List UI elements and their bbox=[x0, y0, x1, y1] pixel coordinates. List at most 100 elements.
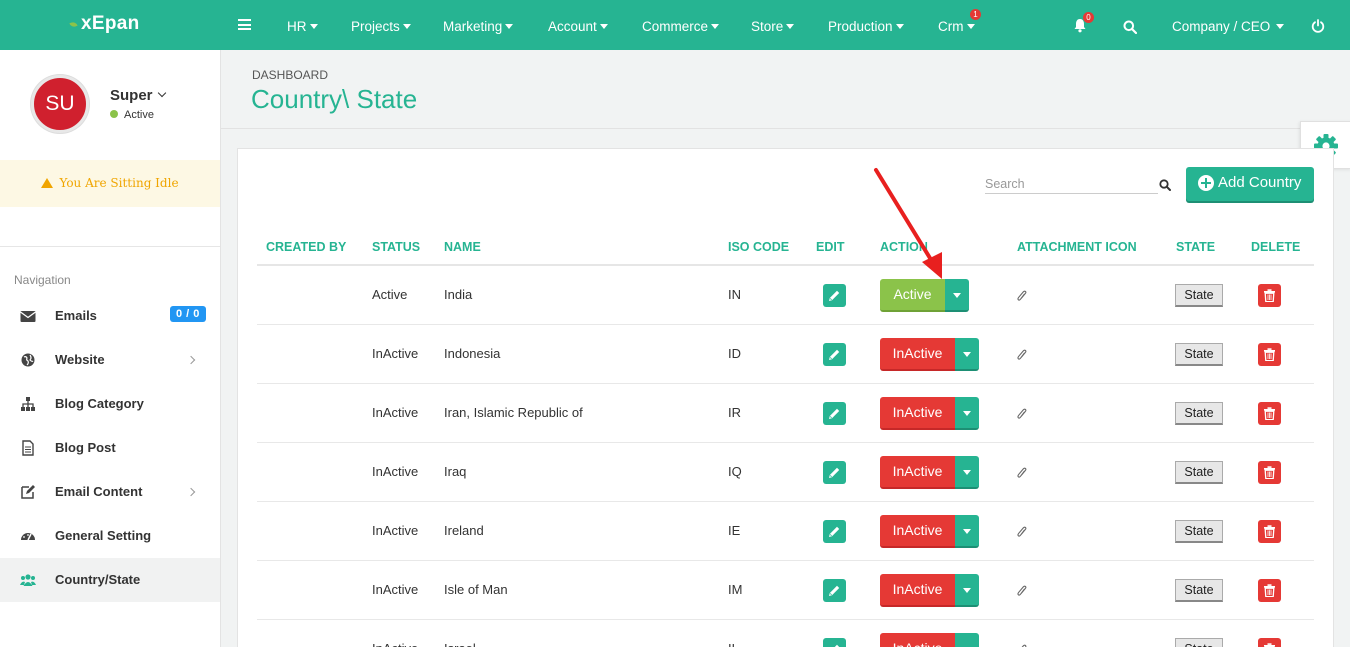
status-toggle-button[interactable]: InActive bbox=[880, 574, 955, 607]
state-button[interactable]: State bbox=[1175, 579, 1223, 602]
menu-label: Projects bbox=[351, 19, 400, 34]
edit-icon bbox=[21, 485, 35, 499]
edit-button[interactable] bbox=[823, 461, 846, 484]
chevron-down-icon bbox=[157, 88, 166, 98]
caret-down-icon bbox=[963, 411, 971, 416]
status-toggle-button[interactable]: InActive bbox=[880, 515, 955, 548]
breadcrumb[interactable]: DASHBOARD bbox=[252, 68, 328, 82]
state-button[interactable]: State bbox=[1175, 520, 1223, 543]
menu-account[interactable]: Account bbox=[548, 19, 608, 34]
action-dropdown-button[interactable] bbox=[955, 633, 979, 647]
menu-projects[interactable]: Projects bbox=[351, 19, 411, 34]
cell-name: Iran, Islamic Republic of bbox=[444, 405, 583, 420]
sidebar-item-email-content[interactable]: Email Content bbox=[0, 470, 220, 514]
app-logo[interactable]: xEpan bbox=[69, 13, 140, 35]
menu-label: Commerce bbox=[642, 19, 709, 34]
delete-button[interactable] bbox=[1258, 461, 1281, 484]
search-icon[interactable] bbox=[1123, 20, 1137, 34]
menu-commerce[interactable]: Commerce bbox=[642, 19, 720, 34]
cell-iso-code: IN bbox=[728, 287, 741, 302]
user-status-label: Active bbox=[124, 109, 154, 121]
table-header-divider bbox=[257, 264, 1314, 266]
delete-button[interactable] bbox=[1258, 343, 1281, 366]
edit-button[interactable] bbox=[823, 402, 846, 425]
dashboard-icon bbox=[21, 533, 35, 541]
menu-label: Production bbox=[828, 19, 893, 34]
cell-iso-code: ID bbox=[728, 346, 741, 361]
user-name-dropdown[interactable]: Super bbox=[110, 87, 166, 104]
edit-button[interactable] bbox=[823, 579, 846, 602]
menu-hr[interactable]: HR bbox=[287, 19, 318, 34]
action-dropdown-button[interactable] bbox=[945, 279, 969, 312]
action-dropdown-button[interactable] bbox=[955, 338, 979, 371]
sidebar-item-website[interactable]: Website bbox=[0, 338, 220, 382]
action-dropdown-button[interactable] bbox=[955, 515, 979, 548]
menu-store[interactable]: Store bbox=[751, 19, 795, 34]
plus-circle-icon bbox=[1198, 175, 1214, 191]
paperclip-icon bbox=[1017, 526, 1027, 538]
search-input[interactable] bbox=[985, 177, 1145, 191]
crm-badge: 1 bbox=[970, 9, 981, 20]
status-toggle-button[interactable]: InActive bbox=[880, 633, 955, 647]
state-button[interactable]: State bbox=[1175, 638, 1223, 647]
caret-down-icon bbox=[402, 24, 411, 29]
menu-marketing[interactable]: Marketing bbox=[443, 19, 514, 34]
cell-iso-code: IM bbox=[728, 582, 743, 597]
action-dropdown-button[interactable] bbox=[955, 397, 979, 430]
state-button[interactable]: State bbox=[1175, 343, 1223, 366]
status-toggle-button[interactable]: InActive bbox=[880, 338, 955, 371]
edit-button[interactable] bbox=[823, 343, 846, 366]
caret-down-icon bbox=[895, 24, 904, 29]
power-icon[interactable] bbox=[1311, 19, 1325, 33]
paperclip-icon bbox=[1017, 349, 1027, 361]
search-icon[interactable] bbox=[1159, 179, 1171, 191]
status-toggle-button[interactable]: InActive bbox=[880, 397, 955, 430]
action-dropdown-button[interactable] bbox=[955, 574, 979, 607]
state-button[interactable]: State bbox=[1175, 402, 1223, 425]
sidebar-item-emails[interactable]: Emails 0 / 0 bbox=[0, 294, 220, 338]
delete-button[interactable] bbox=[1258, 638, 1281, 647]
sidebar-item-label: General Setting bbox=[55, 528, 152, 543]
action-button-group: InActive bbox=[880, 338, 979, 371]
status-toggle-button[interactable]: Active bbox=[880, 279, 945, 312]
action-button-group: InActive bbox=[880, 574, 979, 607]
column-header-iso-code[interactable]: ISO CODE bbox=[728, 240, 789, 254]
state-button[interactable]: State bbox=[1175, 461, 1223, 484]
state-button[interactable]: State bbox=[1175, 284, 1223, 307]
status-toggle-button[interactable]: InActive bbox=[880, 456, 955, 489]
top-navbar: xEpan HR Projects Marketing Account Comm… bbox=[0, 0, 1350, 50]
add-country-button[interactable]: Add Country bbox=[1186, 167, 1314, 201]
row-divider bbox=[257, 619, 1314, 620]
search-field[interactable] bbox=[985, 176, 1158, 194]
column-header-attachment-icon: ATTACHMENT ICON bbox=[1017, 240, 1137, 254]
delete-button[interactable] bbox=[1258, 284, 1281, 307]
caret-down-icon bbox=[505, 24, 514, 29]
action-button-group: InActive bbox=[880, 515, 979, 548]
file-icon bbox=[22, 440, 34, 456]
edit-button[interactable] bbox=[823, 638, 846, 647]
edit-button[interactable] bbox=[823, 520, 846, 543]
column-header-created-by[interactable]: CREATED BY bbox=[266, 240, 346, 254]
sidebar-item-blog-post[interactable]: Blog Post bbox=[0, 426, 220, 470]
menu-production[interactable]: Production bbox=[828, 19, 904, 34]
caret-down-icon bbox=[963, 588, 971, 593]
cell-name: Isle of Man bbox=[444, 582, 508, 597]
paperclip-icon bbox=[1017, 585, 1027, 597]
avatar[interactable]: SU bbox=[31, 75, 89, 133]
sidebar-item-blog-category[interactable]: Blog Category bbox=[0, 382, 220, 426]
user-role-menu[interactable]: Company / CEO bbox=[1172, 19, 1285, 34]
sidebar-item-general-setting[interactable]: General Setting bbox=[0, 514, 220, 558]
hamburger-menu-icon[interactable] bbox=[238, 19, 251, 30]
edit-button[interactable] bbox=[823, 284, 846, 307]
delete-button[interactable] bbox=[1258, 520, 1281, 543]
column-header-name[interactable]: NAME bbox=[444, 240, 481, 254]
menu-crm[interactable]: Crm bbox=[938, 19, 975, 34]
column-header-status[interactable]: STATUS bbox=[372, 240, 420, 254]
app-logo-text: xEpan bbox=[81, 13, 140, 34]
sidebar-item-country-state[interactable]: Country/State bbox=[0, 558, 220, 602]
action-dropdown-button[interactable] bbox=[955, 456, 979, 489]
caret-down-icon bbox=[1276, 24, 1285, 29]
delete-button[interactable] bbox=[1258, 402, 1281, 425]
sidebar-item-label: Country/State bbox=[55, 572, 141, 587]
delete-button[interactable] bbox=[1258, 579, 1281, 602]
